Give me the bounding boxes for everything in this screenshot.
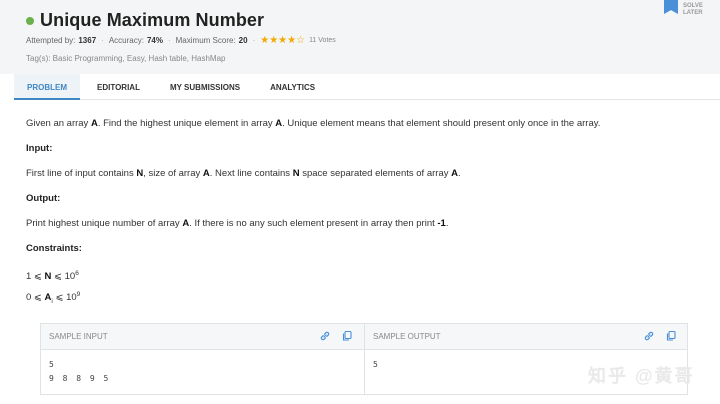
sample-input-panel: SAMPLE INPUT 5 9 8 8 9 5 xyxy=(41,324,364,394)
sample-input-content: 5 9 8 8 9 5 xyxy=(49,358,108,386)
bookmark-icon[interactable] xyxy=(664,0,678,14)
tab-analytics[interactable]: ANALYTICS xyxy=(257,74,328,100)
problem-description: Given an array A. Find the highest uniqu… xyxy=(26,118,601,129)
tab-editorial[interactable]: EDITORIAL xyxy=(84,74,153,100)
accuracy-value: 74% xyxy=(146,36,163,45)
link-icon[interactable] xyxy=(643,330,655,342)
sample-input-label: SAMPLE INPUT xyxy=(49,332,108,341)
link-icon[interactable] xyxy=(319,330,331,342)
sample-input-header: SAMPLE INPUT xyxy=(41,324,364,350)
title-row: Unique Maximum Number xyxy=(26,10,264,31)
max-score-value: 20 xyxy=(238,36,248,45)
sample-input-line: 9 8 8 9 5 xyxy=(49,374,109,383)
input-description: First line of input contains N, size of … xyxy=(26,168,461,179)
solved-status-icon xyxy=(26,16,34,25)
output-description: Print highest unique number of array A. … xyxy=(26,218,449,229)
attempted-label: Attempted by: xyxy=(26,36,76,45)
input-heading: Input: xyxy=(26,143,53,154)
problem-tags: Tag(s): Basic Programming, Easy, Hash ta… xyxy=(26,54,226,63)
solve-later-button[interactable]: SOLVE LATER xyxy=(683,3,713,17)
sample-output-line: 5 xyxy=(373,360,378,369)
constraints-heading: Constraints: xyxy=(26,243,82,254)
star-rating-icon[interactable]: ★★★★☆ xyxy=(260,35,305,46)
sample-input-line: 5 xyxy=(49,360,54,369)
problem-meta: Attempted by: 1367 · Accuracy: 74% · Max… xyxy=(26,35,336,46)
tab-my-submissions[interactable]: MY SUBMISSIONS xyxy=(157,74,253,100)
constraint-n: 1 ⩽ N ⩽ 106 xyxy=(26,270,79,283)
watermark: 知乎 @黄哥 xyxy=(588,366,695,386)
copy-icon[interactable] xyxy=(341,330,353,342)
meta-separator: · xyxy=(252,36,256,45)
meta-separator: · xyxy=(101,36,104,45)
copy-icon[interactable] xyxy=(665,330,677,342)
accuracy-label: Accuracy: xyxy=(108,36,144,45)
sample-output-label: SAMPLE OUTPUT xyxy=(373,332,441,341)
problem-title: Unique Maximum Number xyxy=(40,10,265,30)
max-score-label: Maximum Score: xyxy=(175,36,236,45)
sample-output-header: SAMPLE OUTPUT xyxy=(365,324,687,350)
votes-count: 11 Votes xyxy=(309,37,336,44)
problem-tabs: PROBLEM EDITORIAL MY SUBMISSIONS ANALYTI… xyxy=(14,74,720,100)
tab-problem[interactable]: PROBLEM xyxy=(14,74,80,100)
problem-header: Unique Maximum Number Attempted by: 1367… xyxy=(0,0,720,74)
constraint-ai: 0 ⩽ Ai ⩽ 109 xyxy=(26,291,81,306)
meta-separator: · xyxy=(167,36,171,45)
output-heading: Output: xyxy=(26,193,61,204)
sample-output-content: 5 xyxy=(373,358,378,372)
attempted-value: 1367 xyxy=(78,36,97,45)
